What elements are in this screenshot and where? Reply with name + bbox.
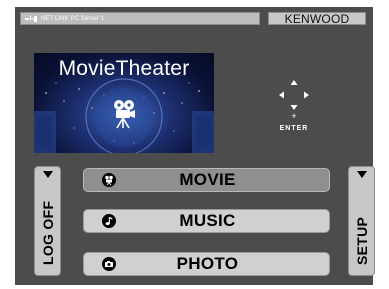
network-link-icon bbox=[25, 15, 37, 22]
banner-title: MovieTheater bbox=[58, 57, 190, 80]
photo-label: PHOTO bbox=[176, 254, 239, 273]
setup-button[interactable]: SETUP bbox=[348, 166, 375, 276]
arrow-up-icon[interactable] bbox=[290, 80, 298, 85]
enter-label[interactable]: ENTER bbox=[273, 125, 315, 132]
arrow-left-icon[interactable] bbox=[279, 91, 284, 99]
movie-label: MOVIE bbox=[179, 170, 236, 189]
triangle-down-icon bbox=[42, 171, 53, 178]
film-camera-icon bbox=[114, 100, 135, 129]
network-server-label: NET LINK PC Server 1 bbox=[41, 15, 105, 22]
movie-menu-button[interactable]: MOVIE bbox=[83, 168, 330, 192]
arrow-right-icon[interactable] bbox=[304, 91, 309, 99]
direction-pad-icon[interactable] bbox=[277, 78, 311, 112]
arrow-down-icon[interactable] bbox=[290, 105, 298, 110]
triangle-down-icon bbox=[356, 171, 367, 178]
brand-logo: KENWOOD bbox=[268, 12, 366, 25]
music-label: MUSIC bbox=[179, 211, 236, 230]
enter-plus-marker: + bbox=[291, 111, 297, 121]
setup-label: SETUP bbox=[353, 216, 370, 265]
log-off-button[interactable]: LOG OFF bbox=[34, 166, 61, 276]
photo-menu-button[interactable]: PHOTO bbox=[83, 252, 330, 276]
log-off-label: LOG OFF bbox=[39, 200, 56, 265]
network-status-bar: NET LINK PC Server 1 bbox=[20, 12, 260, 25]
music-menu-button[interactable]: MUSIC bbox=[83, 209, 330, 233]
movie-theater-banner: MovieTheater bbox=[34, 53, 214, 153]
